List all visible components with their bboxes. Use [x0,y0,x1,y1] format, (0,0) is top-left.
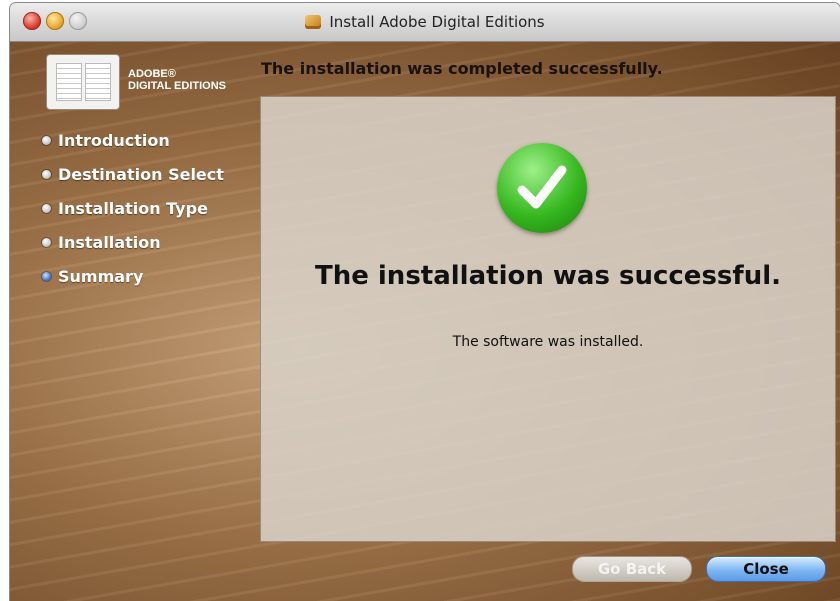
checkmark-glyph-icon [517,165,567,209]
adobe-digital-editions-logo-icon [46,54,120,110]
title-bar[interactable]: Install Adobe Digital Editions [10,3,840,42]
step-label: Installation Type [58,198,208,218]
success-checkmark-icon [497,143,587,233]
step-bullet-active-icon [42,271,51,281]
step-bullet-icon [42,169,51,179]
summary-panel: The installation was successful. The sof… [260,96,836,542]
step-summary: Summary [42,259,224,293]
step-label: Summary [58,266,144,286]
success-message: The software was installed. [452,334,644,350]
installer-window: Install Adobe Digital Editions ADOBE® DI… [10,3,840,601]
success-title: The installation was successful. [314,261,782,291]
step-installation-type: Installation Type [42,191,224,225]
close-button[interactable]: Close [706,556,826,582]
brand-line-2: DIGITAL EDITIONS [128,80,226,92]
installer-steps: Introduction Destination Select Installa… [42,123,224,293]
step-installation: Installation [42,225,224,259]
brand-text: ADOBE® DIGITAL EDITIONS [128,68,226,92]
package-icon [305,15,322,29]
window-title-group: Install Adobe Digital Editions [10,3,840,41]
step-label: Installation [58,232,161,252]
step-label: Destination Select [58,164,224,184]
step-bullet-icon [42,237,51,247]
installer-content: ADOBE® DIGITAL EDITIONS Introduction Des… [10,42,840,601]
step-introduction: Introduction [42,123,224,157]
step-destination-select: Destination Select [42,157,224,191]
brand-line-1: ADOBE® [128,68,176,80]
step-bullet-icon [42,135,51,145]
window-title: Install Adobe Digital Editions [329,13,545,31]
book-page-left [56,63,82,101]
step-label: Introduction [58,130,170,150]
book-page-right [85,63,111,101]
go-back-button[interactable]: Go Back [572,556,692,582]
page-headline: The installation was completed successfu… [261,59,663,78]
step-bullet-icon [42,203,51,213]
